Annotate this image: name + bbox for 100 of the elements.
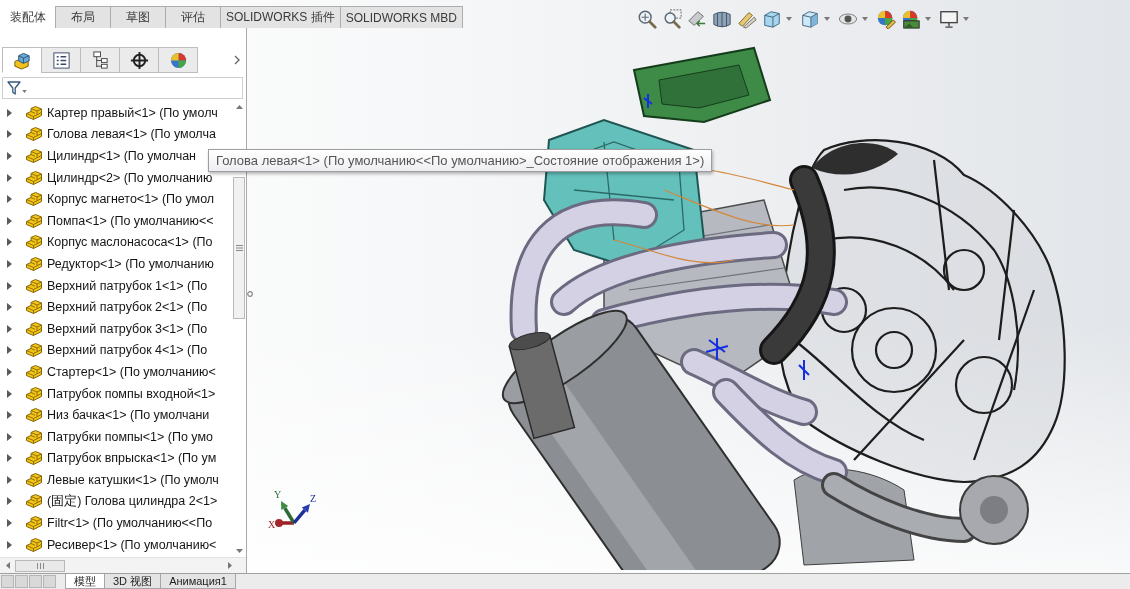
scroll-left-arrow-icon[interactable] [6, 562, 10, 569]
annotation-view-button[interactable] [737, 9, 758, 29]
ribbon-tab[interactable]: SOLIDWORKS MBD [339, 6, 464, 28]
caret-icon[interactable] [786, 17, 793, 21]
scrollbar-thumb[interactable] [233, 177, 245, 319]
caret-icon[interactable] [862, 17, 869, 21]
caret-icon[interactable] [824, 17, 831, 21]
blocks-icon [25, 212, 43, 229]
shaded-cube-icon [800, 9, 821, 29]
view-tab[interactable]: Анимация1 [160, 574, 236, 589]
view-tab[interactable]: 3D 视图 [104, 574, 162, 589]
tree-item-label[interactable]: (固定) Голова цилиндра 2<1> [47, 493, 218, 510]
tree-item-label[interactable]: Низ бачка<1> (По умолчани [47, 408, 210, 423]
tree-item-label[interactable]: Левые катушки<1> (По умолч [47, 472, 219, 487]
caret-icon[interactable] [925, 17, 932, 21]
crosshair-icon [129, 50, 149, 70]
splitter-handle-icon[interactable] [246, 290, 253, 297]
expand-arrow-icon[interactable] [7, 108, 12, 117]
tree-item-label[interactable]: Цилиндр<1> (По умолчан [47, 149, 197, 163]
blocks-icon [25, 299, 43, 316]
ribbon-tab[interactable]: 评估 [165, 6, 221, 28]
tree-item-label[interactable]: Патрубок помпы входной<1> [47, 386, 216, 401]
filter-field[interactable] [2, 77, 243, 99]
ribbon-tab[interactable]: 布局 [55, 6, 111, 28]
section-view-button[interactable] [712, 9, 733, 29]
zoom-to-fit-button[interactable] [637, 9, 658, 29]
dimxpert-tab[interactable] [119, 47, 159, 73]
section-cylinder-icon [712, 9, 733, 29]
tree-item-label[interactable]: Патрубки помпы<1> (По умо [47, 429, 213, 444]
expand-arrow-icon[interactable] [7, 519, 12, 528]
expand-arrow-icon[interactable] [7, 367, 12, 376]
apply-scene-button[interactable] [901, 9, 922, 29]
edit-appearance-button[interactable] [876, 9, 897, 29]
expand-arrow-icon[interactable] [7, 346, 12, 355]
hierarchy-icon [90, 50, 110, 70]
blocks-icon [25, 363, 43, 380]
tree-item-label[interactable]: Верхний патрубок 2<1> (По [47, 300, 208, 315]
rulers-icon [737, 9, 758, 29]
blocks-icon [25, 104, 43, 121]
expand-arrow-icon[interactable] [7, 152, 12, 160]
scroll-up-arrow-icon[interactable] [235, 105, 243, 109]
funnel-icon [7, 81, 21, 95]
magnifier-plus-icon [637, 9, 658, 29]
axis-label: X [268, 519, 276, 530]
expand-arrow-icon[interactable] [7, 432, 12, 441]
configuration-manager-tab[interactable] [80, 47, 120, 73]
color-ball-picture-icon [901, 9, 922, 29]
display-manager-tab[interactable] [158, 47, 198, 73]
ribbon-tab[interactable]: SOLIDWORKS 插件 [220, 6, 341, 28]
expand-arrow-icon[interactable] [7, 454, 12, 463]
expand-arrow-icon[interactable] [7, 324, 12, 333]
expand-arrow-icon[interactable] [7, 216, 12, 225]
magnifier-dashed-box-icon [662, 9, 683, 29]
view-orientation-button[interactable] [762, 9, 783, 29]
list-icon [51, 50, 71, 70]
tree-item-label[interactable]: Верхний патрубок 4<1> (По [47, 343, 208, 358]
property-manager-tab[interactable] [41, 47, 81, 73]
expand-arrow-icon[interactable] [7, 238, 12, 247]
tree-item-label[interactable]: Корпус магнето<1> (По умол [47, 192, 215, 207]
tree-item-label[interactable]: Редуктор<1> (По умолчанию [47, 256, 214, 271]
expand-arrow-icon[interactable] [7, 281, 12, 290]
blocks-icon [25, 428, 43, 445]
zoom-to-area-button[interactable] [662, 9, 683, 29]
chevron-right-icon[interactable] [234, 55, 240, 65]
view-tab[interactable]: 模型 [65, 574, 105, 589]
expand-arrow-icon[interactable] [7, 411, 12, 420]
tree-item-label[interactable]: Filtr<1> (По умолчанию<<По [47, 516, 213, 531]
expand-arrow-icon[interactable] [7, 195, 12, 204]
tree-item-label[interactable]: Верхний патрубок 1<1> (По [47, 278, 208, 293]
scroll-down-arrow-icon[interactable] [235, 549, 243, 553]
tree-item-label[interactable]: Верхний патрубок 3<1> (По [47, 321, 208, 336]
tree-item-label[interactable]: Картер правый<1> (По умолч [47, 105, 218, 120]
display-style-button[interactable] [800, 9, 821, 29]
tree-item-label[interactable]: Голова левая<1> (По умолча [47, 127, 216, 142]
view-settings-button[interactable] [939, 9, 960, 29]
caret-icon[interactable] [963, 17, 970, 21]
tree-item-label[interactable]: Патрубок впрыска<1> (По ум [47, 451, 217, 466]
tree-item-label[interactable]: Ресивер<1> (По умолчанию< [47, 537, 217, 552]
expand-arrow-icon[interactable] [7, 389, 12, 398]
expand-arrow-icon[interactable] [7, 259, 12, 268]
tooltip: Голова левая<1> (По умолчанию<<По умолчанию>_Состояние отображения 1>) [208, 149, 713, 172]
grip-icon [235, 245, 243, 251]
previous-view-button[interactable] [687, 9, 708, 29]
expand-arrow-icon[interactable] [7, 173, 12, 182]
expand-arrow-icon[interactable] [7, 497, 12, 506]
expand-arrow-icon[interactable] [7, 540, 12, 549]
blocks-icon [25, 407, 43, 424]
tree-item-label[interactable]: Помпа<1> (По умолчанию<< [47, 213, 214, 228]
expand-arrow-icon[interactable] [7, 130, 12, 139]
scroll-right-arrow-icon[interactable] [228, 562, 232, 569]
expand-arrow-icon[interactable] [7, 475, 12, 484]
blocks-icon [25, 342, 43, 359]
expand-arrow-icon[interactable] [7, 303, 12, 312]
ribbon-tab[interactable]: 草图 [110, 6, 166, 28]
feature-manager-tab[interactable] [2, 47, 42, 73]
scrollbar-thumb[interactable] [15, 559, 65, 572]
tree-item-label[interactable]: Корпус маслонасоса<1> (По [47, 235, 213, 250]
tree-item-label[interactable]: Цилиндр<2> (По умолчанию [47, 170, 213, 185]
blocks-icon [25, 471, 43, 488]
tree-item-label[interactable]: Стартер<1> (По умолчанию< [47, 364, 216, 379]
